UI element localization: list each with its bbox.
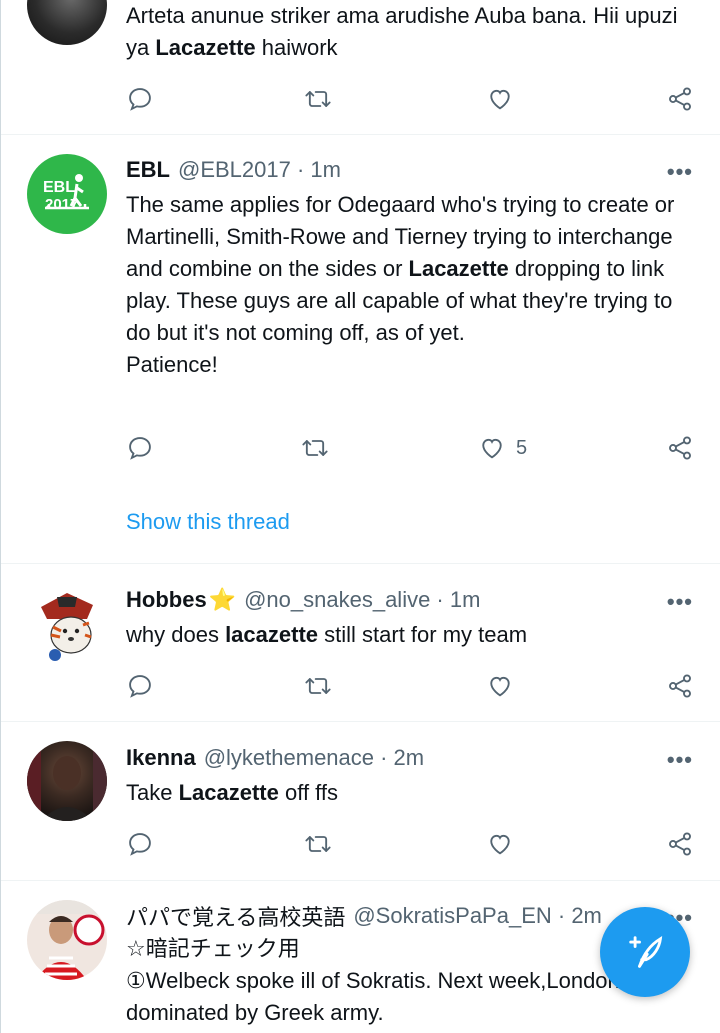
reply-button[interactable] — [126, 432, 154, 464]
share-button[interactable] — [666, 83, 694, 115]
reply-button[interactable] — [126, 828, 154, 860]
retweet-button[interactable] — [301, 432, 329, 464]
retweet-icon — [302, 440, 328, 456]
tweet-header: Hobbes ⭐ @no_snakes_alive · 1m — [126, 585, 691, 615]
like-icon — [490, 676, 510, 697]
like-button[interactable] — [486, 828, 514, 860]
tweet-actions — [126, 828, 696, 860]
handle-and-time[interactable]: @no_snakes_alive · 1m — [244, 587, 480, 613]
retweet-button[interactable] — [304, 828, 332, 860]
like-button[interactable] — [486, 670, 514, 702]
display-name[interactable]: パパで覚える高校英語 — [126, 901, 345, 931]
avatar[interactable]: EBL 2017 — [27, 154, 107, 234]
share-button[interactable] — [666, 670, 694, 702]
avatar[interactable] — [27, 741, 107, 821]
avatar-text: EBL — [43, 179, 75, 196]
ebl-logo: EBL 2017 — [43, 174, 89, 213]
avatar[interactable] — [27, 585, 107, 665]
share-button[interactable] — [666, 432, 694, 464]
show-thread-link[interactable]: Show this thread — [126, 509, 290, 535]
tweet-header: Ikenna @lykethemenace · 2m — [126, 743, 691, 773]
like-button[interactable]: 5 — [478, 432, 527, 464]
ikenna-avatar-image — [27, 741, 107, 821]
tweet[interactable]: Arteta anunue striker ama arudishe Auba … — [1, 0, 720, 135]
share-button[interactable] — [666, 828, 694, 860]
reply-icon — [129, 833, 151, 856]
share-icon — [669, 832, 691, 856]
more-icon[interactable]: ••• — [667, 747, 693, 773]
reply-icon — [129, 675, 151, 698]
more-icon[interactable]: ••• — [667, 589, 693, 615]
search-keyword: Lacazette — [155, 35, 256, 60]
tweet-text: Take Lacazette off ffs — [126, 780, 338, 805]
tweet[interactable]: EBL 2017 EBL @EBL2017 · 1m ••• The same … — [1, 135, 720, 564]
timeline-feed: Arteta anunue striker ama arudishe Auba … — [0, 0, 720, 1033]
reply-button[interactable] — [126, 83, 154, 115]
like-icon — [490, 89, 510, 110]
handle-and-time[interactable]: @lykethemenace · 2m — [204, 745, 424, 771]
search-keyword: Lacazette — [178, 780, 279, 805]
avatar[interactable] — [27, 0, 107, 45]
display-name[interactable]: Ikenna — [126, 745, 196, 771]
reply-icon — [129, 88, 151, 111]
search-keyword: lacazette — [225, 622, 319, 647]
retweet-icon — [305, 836, 331, 852]
share-icon — [669, 436, 691, 460]
handle-and-time[interactable]: @SokratisPaPa_EN · 2m — [353, 903, 602, 929]
avatar-text: 2017 — [45, 196, 78, 213]
compose-tweet-button[interactable] — [600, 907, 690, 997]
like-icon — [482, 438, 502, 459]
like-icon — [490, 834, 510, 855]
tweet-header: パパで覚える高校英語 @SokratisPaPa_EN · 2m — [126, 901, 621, 931]
share-icon — [669, 87, 691, 111]
tweet-actions — [126, 83, 696, 115]
sokratis-avatar-image — [27, 900, 107, 980]
tweet[interactable]: Ikenna @lykethemenace · 2m ••• Take Laca… — [1, 722, 720, 881]
tweet[interactable]: Hobbes ⭐ @no_snakes_alive · 1m ••• why d… — [1, 564, 720, 722]
compose-tweet-icon — [629, 936, 663, 968]
star-emoji: ⭐ — [208, 587, 237, 612]
tweet-actions — [126, 670, 696, 702]
retweet-button[interactable] — [304, 83, 332, 115]
more-icon[interactable]: ••• — [667, 159, 693, 185]
display-name[interactable]: EBL — [126, 157, 170, 183]
retweet-icon — [305, 91, 331, 107]
handle-and-time[interactable]: @EBL2017 · 1m — [178, 157, 341, 183]
like-button[interactable] — [486, 83, 514, 115]
retweet-button[interactable] — [304, 670, 332, 702]
tweet-text: The same applies for Odegaard who's tryi… — [126, 192, 675, 377]
display-name[interactable]: Hobbes — [126, 587, 207, 613]
like-count: 5 — [516, 436, 528, 459]
tweet-text: why does lacazette still start for my te… — [126, 622, 528, 647]
tweet-actions: 5 — [126, 432, 696, 464]
retweet-icon — [305, 678, 331, 694]
avatar[interactable] — [27, 900, 107, 980]
reply-button[interactable] — [126, 670, 154, 702]
hobbes-avatar-image — [41, 593, 93, 661]
reply-icon — [129, 437, 151, 460]
tweet-text: Arteta anunue striker ama arudishe Auba … — [126, 3, 678, 60]
tweet-header: EBL @EBL2017 · 1m — [126, 155, 691, 185]
share-icon — [669, 674, 691, 698]
search-keyword: Lacazette — [408, 256, 509, 281]
